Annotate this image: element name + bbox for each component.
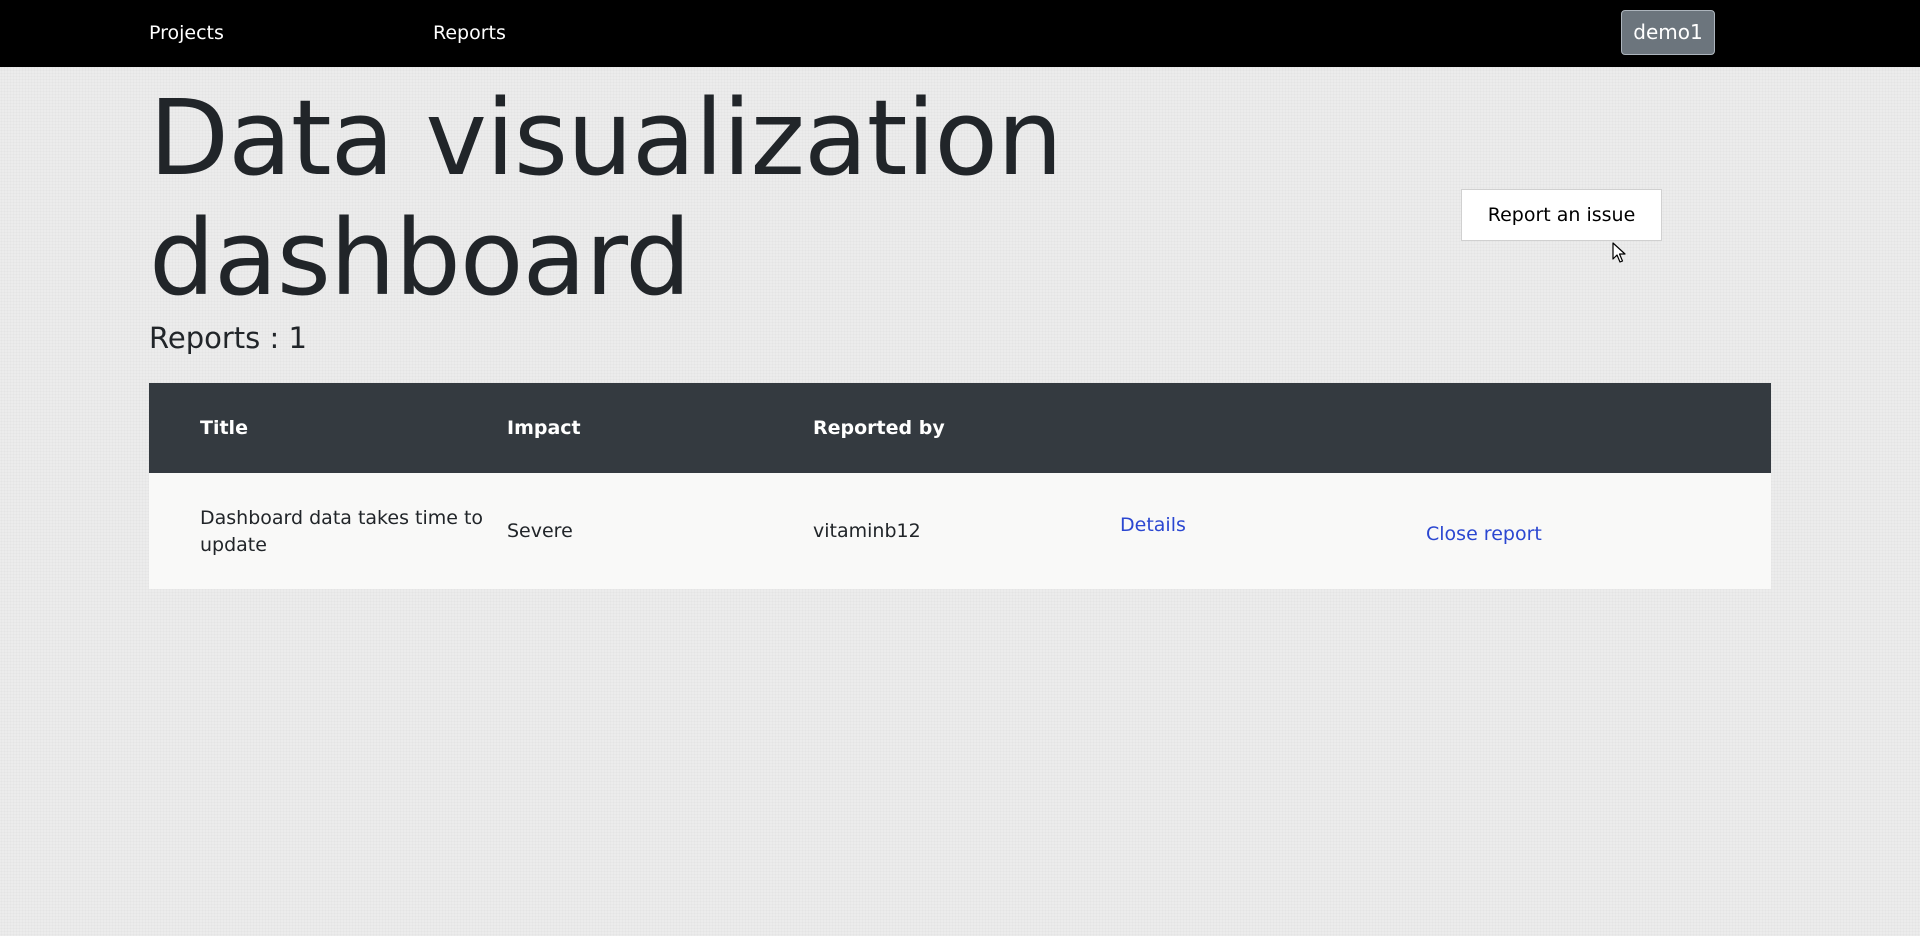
report-count: Reports : 1 [149, 321, 307, 355]
table-header-row: Title Impact Reported by [149, 383, 1771, 473]
header-impact: Impact [507, 417, 581, 439]
row-impact: Severe [507, 520, 573, 542]
row-reported-by: vitaminb12 [813, 520, 921, 542]
close-report-link[interactable]: Close report [1426, 521, 1542, 547]
header-reported-by: Reported by [813, 417, 945, 439]
reports-table: Title Impact Reported by Dashboard data … [149, 383, 1771, 589]
table-row: Dashboard data takes time to update Seve… [149, 473, 1771, 589]
user-menu-button[interactable]: demo1 [1621, 10, 1715, 55]
row-title: Dashboard data takes time to update [200, 507, 484, 556]
header-title: Title [200, 417, 248, 439]
report-issue-button[interactable]: Report an issue [1461, 189, 1662, 241]
nav-projects-link[interactable]: Projects [149, 0, 224, 67]
details-link[interactable]: Details [1120, 512, 1186, 538]
page-title: Data visualization dashboard [149, 77, 1063, 319]
top-navbar: Projects Reports demo1 [0, 0, 1920, 67]
nav-reports-link[interactable]: Reports [433, 0, 506, 67]
mouse-pointer-icon [1612, 242, 1626, 263]
